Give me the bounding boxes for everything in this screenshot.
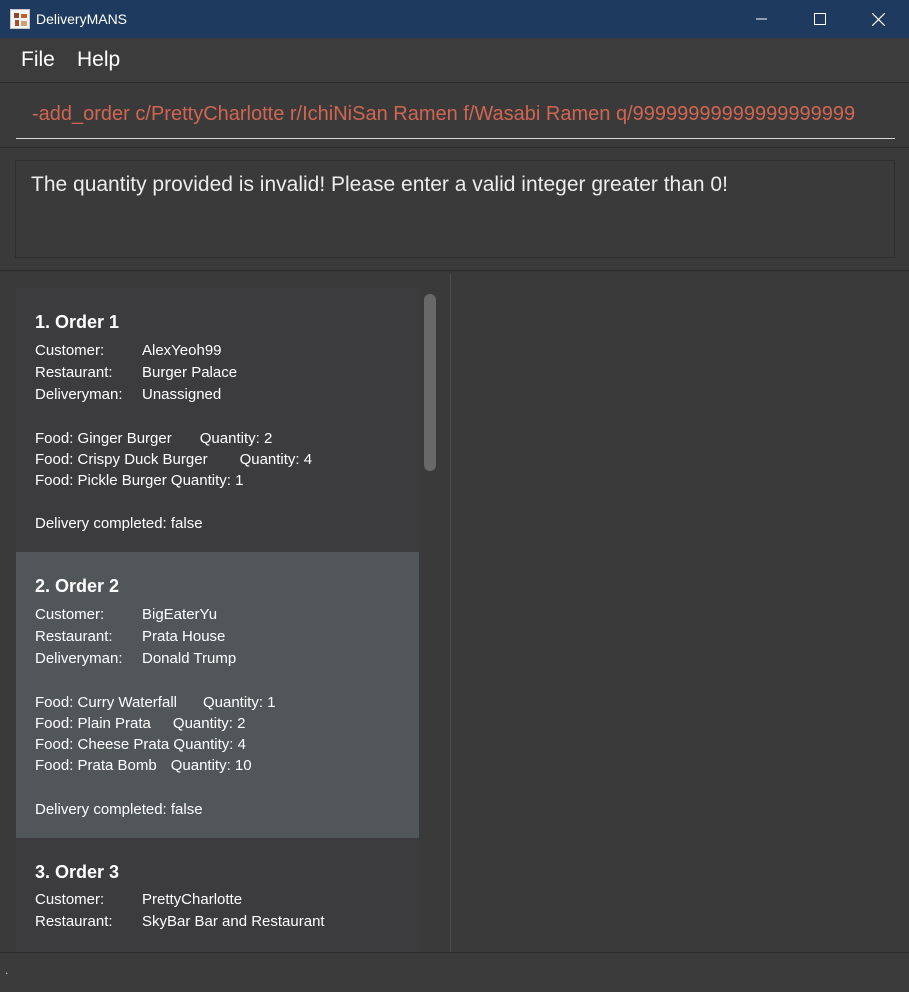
order-title: 2. Order 2 bbox=[35, 576, 120, 596]
food-name: Food: Pickle Burger bbox=[35, 472, 167, 489]
food-name: Food: Ginger Burger bbox=[35, 430, 172, 447]
food-quantity: Quantity: 1 bbox=[202, 694, 276, 711]
status-text: . bbox=[5, 963, 9, 977]
maximize-icon bbox=[814, 13, 826, 25]
customer-value: BigEaterYu bbox=[142, 606, 218, 623]
food-row: Food: Plain Prata Quantity: 2 bbox=[35, 715, 245, 732]
deliveryman-row: Deliveryman: Donald Trump bbox=[35, 650, 236, 667]
minimize-icon bbox=[756, 18, 767, 20]
app-icon bbox=[10, 9, 30, 29]
menu-bar: File Help bbox=[0, 38, 909, 82]
menu-file[interactable]: File bbox=[21, 48, 55, 72]
order-card[interactable]: 3. Order 3 Customer: PrettyCharlotte Rest… bbox=[16, 838, 419, 952]
order-card[interactable]: 1. Order 1 Customer: AlexYeoh99 Restauran… bbox=[16, 288, 419, 552]
divider bbox=[0, 147, 909, 148]
food-row: Food: Cheese Prata Quantity: 4 bbox=[35, 736, 246, 753]
food-row: Food: Crispy Duck Burger Quantity: 4 bbox=[35, 451, 312, 468]
restaurant-label: Restaurant: bbox=[35, 364, 113, 381]
restaurant-row: Restaurant: Burger Palace bbox=[35, 364, 237, 381]
close-button[interactable] bbox=[849, 0, 907, 38]
delivery-status: Delivery completed: false bbox=[35, 801, 203, 818]
food-quantity: Quantity: 1 bbox=[170, 472, 244, 489]
command-text: -add_order c/PrettyCharlotte r/IchiNiSan… bbox=[32, 103, 856, 125]
restaurant-value: Burger Palace bbox=[142, 364, 238, 381]
food-name: Food: Prata Bomb bbox=[35, 757, 157, 774]
food-row: Food: Prata Bomb Quantity: 10 bbox=[35, 757, 252, 774]
minimize-button[interactable] bbox=[733, 0, 791, 38]
food-quantity: Quantity: 2 bbox=[199, 430, 273, 447]
food-name: Food: Plain Prata bbox=[35, 715, 151, 732]
delivery-status: Delivery completed: false bbox=[35, 515, 203, 532]
maximize-button[interactable] bbox=[791, 0, 849, 38]
food-quantity: Quantity: 2 bbox=[172, 715, 246, 732]
deliveryman-label: Deliveryman: bbox=[35, 386, 123, 403]
customer-label: Customer: bbox=[35, 606, 105, 623]
food-name: Food: Crispy Duck Burger bbox=[35, 451, 208, 468]
restaurant-label: Restaurant: bbox=[35, 913, 113, 930]
deliveryman-label: Deliveryman: bbox=[35, 650, 123, 667]
deliveryman-row: Deliveryman: Unassigned bbox=[35, 386, 221, 403]
customer-label: Customer: bbox=[35, 342, 105, 359]
customer-row: Customer: PrettyCharlotte bbox=[35, 891, 242, 908]
result-message: The quantity provided is invalid! Please… bbox=[31, 173, 728, 196]
window-title: DeliveryMANS bbox=[36, 11, 128, 27]
restaurant-row: Restaurant: Prata House bbox=[35, 628, 225, 645]
result-display[interactable]: The quantity provided is invalid! Please… bbox=[15, 160, 895, 258]
order-title: 3. Order 3 bbox=[35, 862, 120, 882]
customer-value: PrettyCharlotte bbox=[142, 891, 243, 908]
food-row: Food: Ginger Burger Quantity: 2 bbox=[35, 430, 272, 447]
deliveryman-value: Donald Trump bbox=[142, 650, 237, 667]
order-title: 1. Order 1 bbox=[35, 312, 120, 332]
restaurant-value: Prata House bbox=[142, 628, 226, 645]
food-quantity: Quantity: 4 bbox=[239, 451, 313, 468]
scrollbar-thumb[interactable] bbox=[424, 294, 436, 471]
customer-value: AlexYeoh99 bbox=[142, 342, 222, 359]
food-row: Food: Curry Waterfall Quantity: 1 bbox=[35, 694, 276, 711]
food-row: Food: Pickle Burger Quantity: 1 bbox=[35, 472, 243, 489]
customer-row: Customer: AlexYeoh99 bbox=[35, 342, 222, 359]
divider bbox=[0, 270, 909, 271]
command-input[interactable]: -add_order c/PrettyCharlotte r/IchiNiSan… bbox=[16, 98, 895, 139]
status-bar: . bbox=[0, 952, 909, 992]
close-icon bbox=[872, 13, 885, 26]
title-bar: DeliveryMANS bbox=[0, 0, 909, 38]
food-name: Food: Curry Waterfall bbox=[35, 694, 177, 711]
food-name: Food: Cheese Prata bbox=[35, 736, 170, 753]
order-card[interactable]: 2. Order 2 Customer: BigEaterYu Restauran… bbox=[16, 552, 419, 838]
customer-row: Customer: BigEaterYu bbox=[35, 606, 217, 623]
restaurant-label: Restaurant: bbox=[35, 628, 113, 645]
restaurant-row: Restaurant: SkyBar Bar and Restaurant bbox=[35, 913, 325, 930]
restaurant-value: SkyBar Bar and Restaurant bbox=[142, 913, 325, 930]
divider bbox=[0, 82, 909, 83]
order-list[interactable]: 1. Order 1 Customer: AlexYeoh99 Restauran… bbox=[0, 274, 451, 952]
food-quantity: Quantity: 4 bbox=[173, 736, 246, 753]
food-quantity: Quantity: 10 bbox=[170, 757, 252, 774]
deliveryman-value: Unassigned bbox=[142, 386, 222, 403]
menu-help[interactable]: Help bbox=[77, 48, 120, 72]
customer-label: Customer: bbox=[35, 891, 105, 908]
